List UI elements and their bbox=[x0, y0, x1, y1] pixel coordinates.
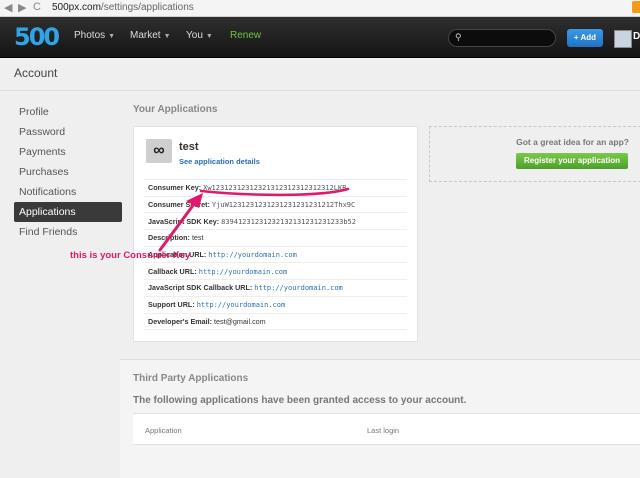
developer-email-value: test@gmail.com bbox=[214, 316, 266, 326]
row-consumer-secret: Consumer Secret: YjuW1231231231231231231… bbox=[144, 196, 407, 213]
divider bbox=[0, 90, 640, 91]
nav-you[interactable]: You ▼ bbox=[186, 30, 213, 41]
search-input[interactable] bbox=[467, 31, 549, 43]
row-consumer-key: Consumer Key: Xw123123123123213123123123… bbox=[144, 179, 407, 197]
label: Support URL: bbox=[148, 300, 195, 310]
search-box[interactable]: ⚲ bbox=[448, 29, 556, 47]
search-icon: ⚲ bbox=[455, 32, 462, 42]
annotation-label: this is your Consumer Key bbox=[70, 250, 191, 261]
chevron-down-icon: ▼ bbox=[163, 33, 171, 40]
page-title: Account bbox=[14, 66, 58, 80]
section-title-third-party: Third Party Applications bbox=[133, 373, 249, 384]
address-field[interactable]: 500px.com/settings/applications bbox=[52, 2, 194, 13]
back-icon[interactable]: ◀ bbox=[4, 1, 12, 14]
label: Description: bbox=[148, 233, 190, 243]
row-developer-email: Developer's Email: test@gmail.com bbox=[144, 313, 407, 330]
label: Consumer Secret: bbox=[148, 200, 210, 210]
chevron-down-icon: ▼ bbox=[108, 33, 116, 40]
consumer-secret-value: YjuW1231231231231231231231212Thx9C bbox=[211, 201, 356, 210]
js-sdk-key-value: 83941231231232132131231231233b52 bbox=[221, 217, 356, 226]
third-party-description: The following applications have been gra… bbox=[133, 395, 467, 406]
label: Consumer Key: bbox=[148, 183, 202, 193]
browser-url-bar: ◀ ▶ C 500px.com/settings/applications bbox=[0, 0, 640, 17]
sidebar-item-password[interactable]: Password bbox=[14, 122, 122, 142]
sidebar: Profile Password Payments Purchases Noti… bbox=[14, 102, 122, 242]
label: JavaScript SDK Callback URL: bbox=[148, 283, 253, 293]
nav-renew[interactable]: Renew bbox=[230, 30, 261, 41]
label: Callback URL: bbox=[148, 266, 197, 276]
row-js-sdk-callback-url: JavaScript SDK Callback URL: http://your… bbox=[144, 279, 407, 297]
application-url-link[interactable]: http://yourdomain.com bbox=[208, 251, 297, 259]
application-card: ∞ test See application details Consumer … bbox=[133, 126, 418, 342]
top-navigation: 500 Photos ▼ Market ▼ You ▼ Renew ⚲ + Add D bbox=[0, 17, 640, 58]
row-support-url: Support URL: http://yourdomain.com bbox=[144, 296, 407, 313]
support-url-link[interactable]: http://yourdomain.com bbox=[197, 301, 286, 309]
reload-icon[interactable]: C bbox=[33, 1, 41, 13]
rss-icon[interactable] bbox=[632, 1, 640, 13]
sidebar-item-purchases[interactable]: Purchases bbox=[14, 162, 122, 182]
sidebar-item-profile[interactable]: Profile bbox=[14, 102, 122, 122]
nav-market[interactable]: Market ▼ bbox=[130, 30, 171, 41]
js-sdk-callback-url-link[interactable]: http://yourdomain.com bbox=[254, 284, 343, 292]
chevron-down-icon: ▼ bbox=[205, 33, 213, 40]
consumer-key-value: Xw12312312312321312312312312312LKR bbox=[203, 184, 347, 193]
idea-text: Got a great idea for an app? bbox=[516, 137, 629, 147]
app-name: test bbox=[179, 141, 199, 153]
callback-url-link[interactable]: http://yourdomain.com bbox=[199, 268, 288, 276]
site-logo[interactable]: 500 bbox=[14, 24, 60, 50]
sidebar-item-applications[interactable]: Applications bbox=[14, 202, 122, 222]
row-description: Description: test bbox=[144, 229, 407, 247]
row-js-sdk-key: JavaScript SDK Key: 83941231231232132131… bbox=[144, 212, 407, 230]
sidebar-item-find-friends[interactable]: Find Friends bbox=[14, 222, 122, 242]
label: Developer's Email: bbox=[148, 316, 213, 326]
third-party-table: Application Last login bbox=[133, 413, 640, 445]
column-header-application: Application bbox=[145, 426, 182, 435]
infinity-icon: ∞ bbox=[146, 139, 172, 163]
add-button[interactable]: + Add bbox=[567, 29, 603, 47]
label: JavaScript SDK Key: bbox=[148, 216, 220, 226]
section-title-your-applications: Your Applications bbox=[133, 104, 218, 115]
idea-box: Got a great idea for an app? Register yo… bbox=[429, 126, 640, 182]
avatar[interactable] bbox=[614, 30, 632, 48]
sidebar-item-notifications[interactable]: Notifications bbox=[14, 182, 122, 202]
description-value: test bbox=[191, 233, 204, 243]
forward-icon[interactable]: ▶ bbox=[18, 1, 26, 14]
row-callback-url: Callback URL: http://yourdomain.com bbox=[144, 262, 407, 280]
user-name[interactable]: D bbox=[633, 31, 640, 42]
column-header-last-login: Last login bbox=[367, 426, 400, 435]
register-application-button[interactable]: Register your application bbox=[516, 153, 628, 169]
sidebar-item-payments[interactable]: Payments bbox=[14, 142, 122, 162]
see-details-link[interactable]: See application details bbox=[179, 157, 260, 166]
nav-photos[interactable]: Photos ▼ bbox=[74, 30, 115, 41]
